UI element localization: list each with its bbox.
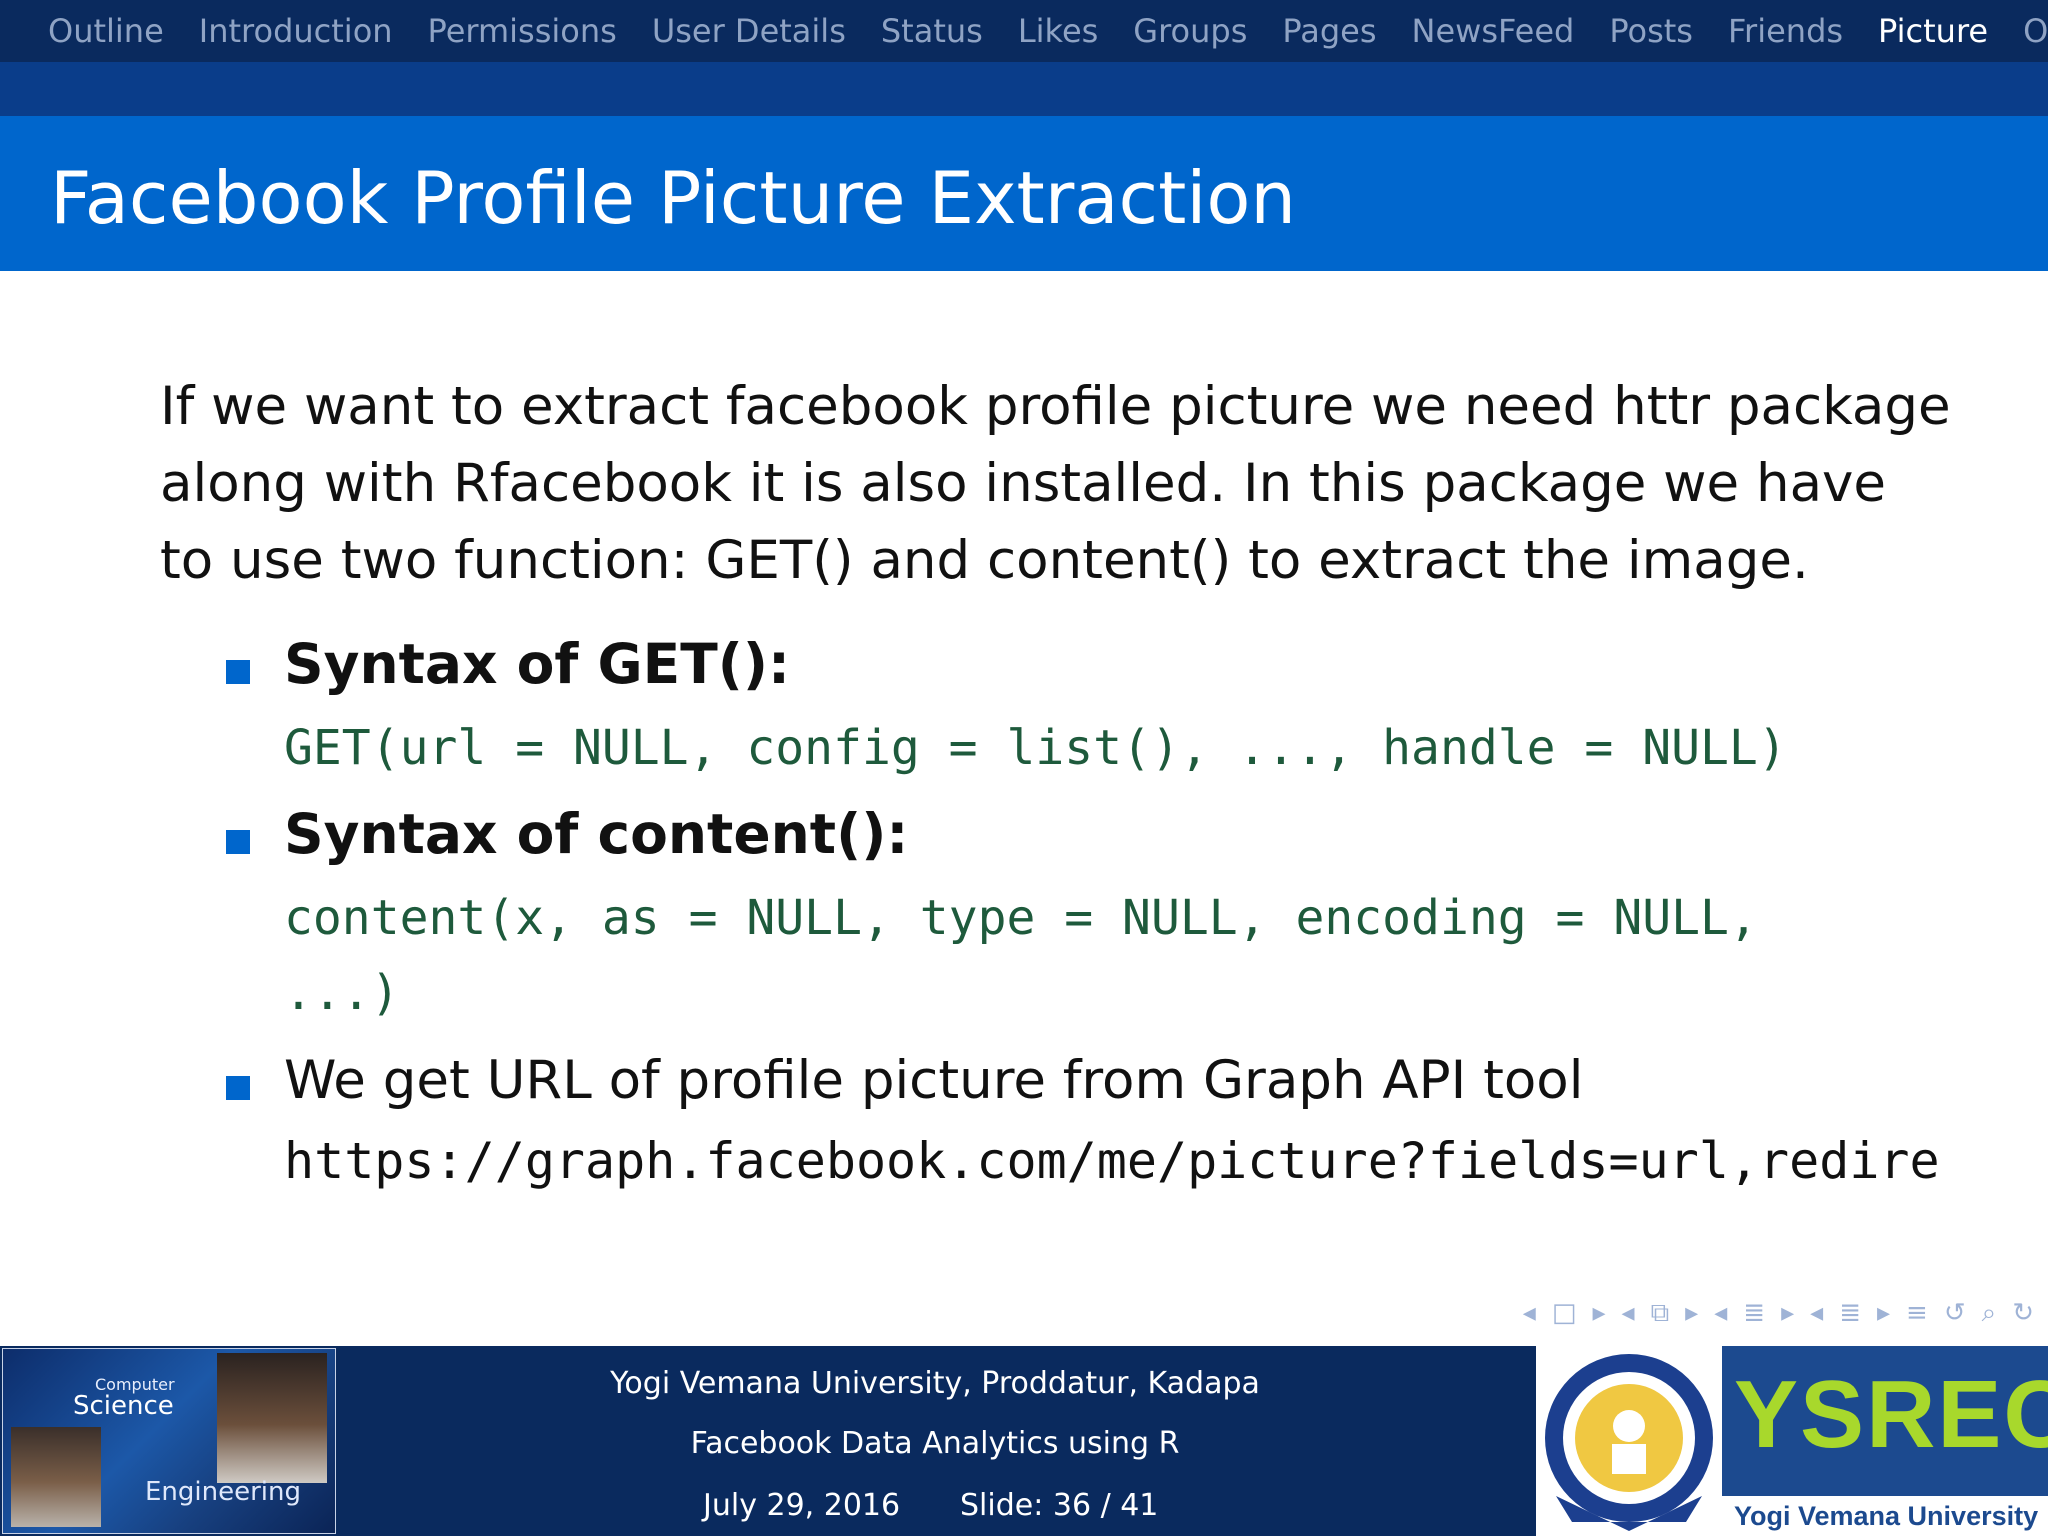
footer-university: Yogi Vemana University, Proddatur, Kadap…	[610, 1366, 1260, 1401]
bullet-square-icon	[226, 660, 250, 684]
forward-icon[interactable]: ↻	[2012, 1298, 2034, 1328]
nav-item-likes[interactable]: Likes	[1018, 12, 1098, 50]
bullet-square-icon	[226, 1076, 250, 1100]
ysrec-wordmark: YSREC	[1734, 1361, 2048, 1468]
nav-item-status[interactable]: Status	[881, 12, 983, 50]
ysrec-logo: YSREC Yogi Vemana University	[1722, 1346, 2048, 1536]
nav-prev-frame-icon[interactable]: ◂	[1523, 1298, 1536, 1328]
search-icon[interactable]: ⌕	[1982, 1298, 1997, 1329]
intro-line: to use two function: GET() and content()…	[160, 530, 1809, 591]
slide-title: Facebook Profile Picture Extraction	[50, 156, 1297, 240]
intro-line: along with Rfacebook it is also installe…	[160, 453, 1887, 514]
nav-item-introduction[interactable]: Introduction	[199, 12, 393, 50]
nav-prev-slide-icon[interactable]: ◂	[1810, 1298, 1823, 1328]
logo-text-science: Science	[73, 1391, 174, 1421]
nav-prev-section-icon[interactable]: ◂	[1714, 1298, 1727, 1328]
nav-next-subsection-icon[interactable]: ▸	[1685, 1298, 1698, 1328]
nav-item-friends[interactable]: Friends	[1728, 12, 1843, 50]
nav-prev-subsection-icon[interactable]: ◂	[1622, 1298, 1635, 1328]
cse-department-logo: Computer Science Engineering	[2, 1348, 336, 1534]
section-icon[interactable]: ≣	[1743, 1298, 1765, 1328]
nav-next-frame-icon[interactable]: ▸	[1592, 1298, 1605, 1328]
back-icon[interactable]: ↺	[1944, 1298, 1966, 1328]
bullet-heading-content: Syntax of content():	[284, 802, 909, 866]
code-content-syntax-cont: ...)	[284, 965, 400, 1021]
title-bar: Facebook Profile Picture Extraction	[0, 116, 2048, 271]
bullet-heading-get: Syntax of GET():	[284, 632, 791, 696]
code-content-syntax: content(x, as = NULL, type = NULL, encod…	[284, 890, 1758, 946]
author-photo	[217, 1353, 327, 1483]
beamer-navigation-controls: ◂ □ ▸ ◂ ⧉ ▸ ◂ ≣ ▸ ◂ ≣ ▸ ≡ ↺ ⌕ ↻	[1507, 1298, 2034, 1329]
section-navigation-bar: Outline Introduction Permissions User De…	[0, 0, 2048, 62]
university-seal-icon	[1536, 1346, 1722, 1536]
ysrec-subtitle: Yogi Vemana University	[1722, 1496, 2048, 1536]
footer-course: Facebook Data Analytics using R	[690, 1426, 1180, 1461]
bullet-square-icon	[226, 830, 250, 854]
document-icon[interactable]: ≡	[1906, 1298, 1928, 1328]
subsection-icon[interactable]: ⧉	[1651, 1298, 1670, 1329]
nav-item-pages[interactable]: Pages	[1282, 12, 1376, 50]
nav-item-outline[interactable]: Outline	[48, 12, 164, 50]
code-get-syntax: GET(url = NULL, config = list(), ..., ha…	[284, 720, 1787, 776]
nav-item-picture[interactable]: Picture	[1878, 12, 1988, 50]
nav-item-permissions[interactable]: Permissions	[428, 12, 617, 50]
graph-api-url[interactable]: https://graph.facebook.com/me/picture?fi…	[284, 1132, 1940, 1190]
intro-line: If we want to extract facebook profile p…	[160, 376, 1951, 437]
subsection-bar	[0, 62, 2048, 116]
nav-item-posts[interactable]: Posts	[1609, 12, 1693, 50]
nav-item-groups[interactable]: Groups	[1133, 12, 1247, 50]
logo-text-engineering: Engineering	[145, 1477, 301, 1507]
nav-item-newsfeed[interactable]: NewsFeed	[1412, 12, 1575, 50]
coauthor-photo	[11, 1427, 101, 1527]
nav-next-section-icon[interactable]: ▸	[1781, 1298, 1794, 1328]
nav-item-user-details[interactable]: User Details	[652, 12, 846, 50]
ysrec-subtitle-text: Yogi Vemana University	[1734, 1501, 2039, 1531]
footer-slide-number: Slide: 36 / 41	[960, 1488, 1159, 1523]
slide-icon[interactable]: ≣	[1839, 1298, 1861, 1328]
footer-bar: Computer Science Engineering Yogi Vemana…	[0, 1346, 2048, 1536]
frame-icon[interactable]: □	[1552, 1298, 1577, 1328]
bullet-text-graph-api: We get URL of profile picture from Graph…	[284, 1050, 1584, 1111]
nav-next-slide-icon[interactable]: ▸	[1877, 1298, 1890, 1328]
nav-item-others[interactable]: Others	[2023, 12, 2048, 50]
intro-paragraph: If we want to extract facebook profile p…	[160, 368, 1960, 599]
footer-date: July 29, 2016	[703, 1488, 901, 1523]
